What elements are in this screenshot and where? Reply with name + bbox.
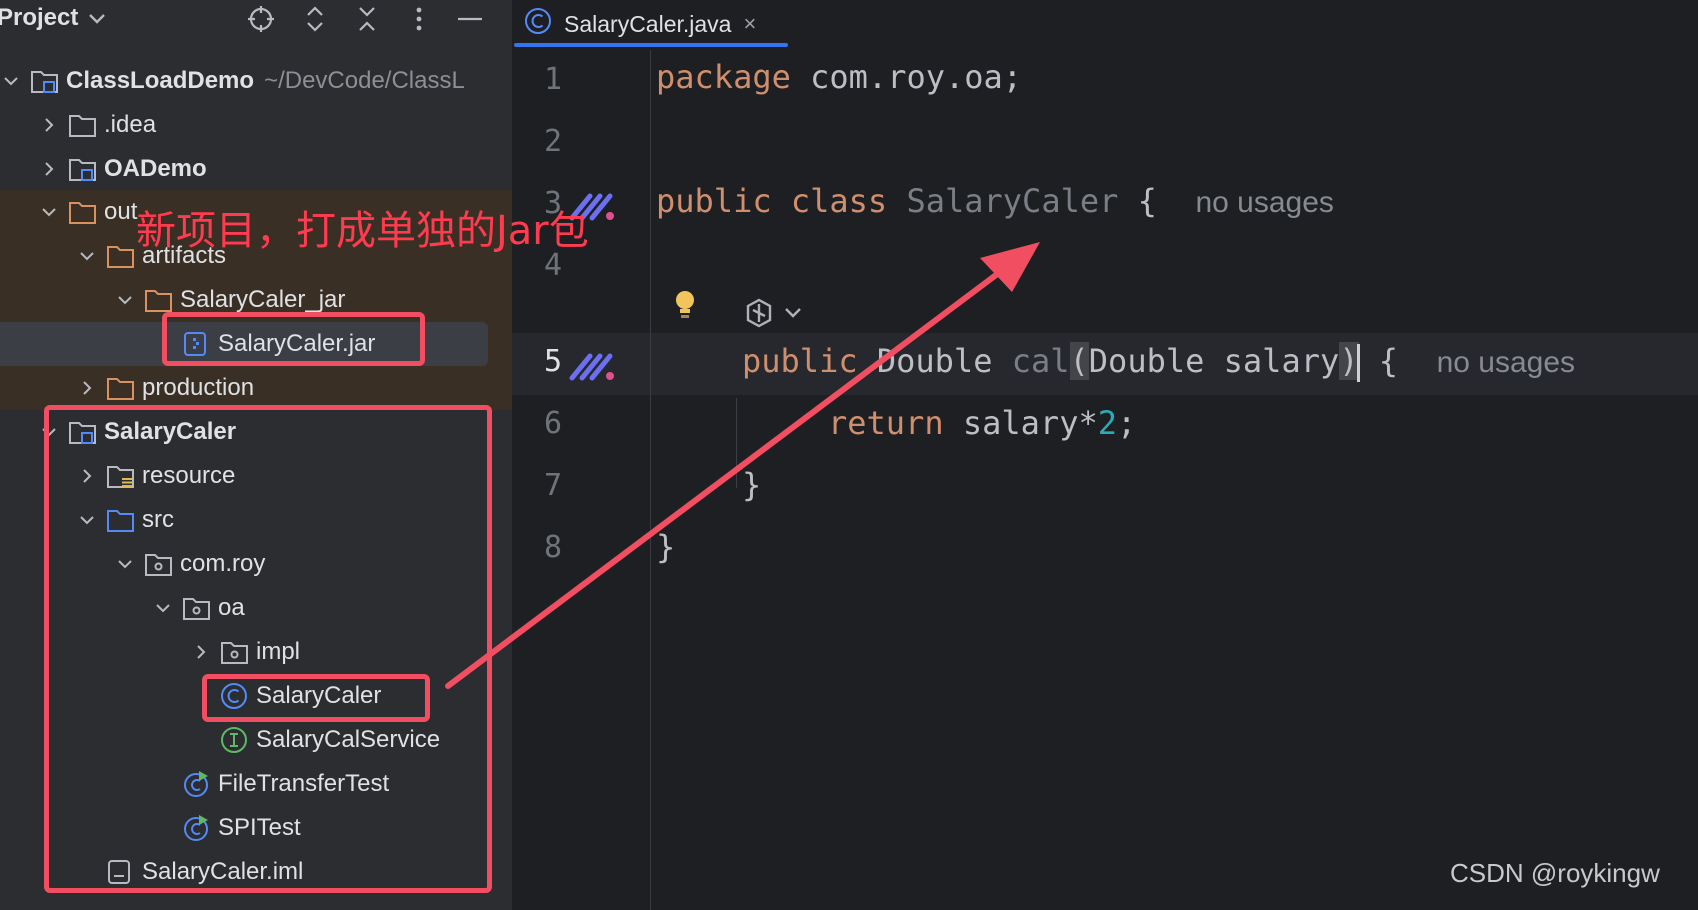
code-editor[interactable]: SalaryCaler.java × 1 2 3 4 5 6 7 8 packa… [512,0,1698,910]
paren: ( [1069,342,1089,380]
number-literal: 2 [1097,404,1117,442]
code-line-8[interactable]: } [656,528,675,566]
line-number: 2 [543,124,562,159]
brace: { [1359,342,1399,380]
tree-label: out [104,198,138,225]
usages-hint[interactable]: no usages [1195,186,1333,219]
chevron-down-icon[interactable] [86,8,108,35]
expand-icon[interactable] [300,4,330,34]
active-tab-indicator [514,43,788,47]
chevron-down-icon[interactable] [30,190,68,234]
tree-row-idea[interactable]: .idea [30,103,156,147]
lightbulb-icon[interactable] [672,288,698,327]
class-icon [524,7,552,41]
keyword: public [656,182,772,220]
expression: salary* [943,404,1098,442]
code-line-7[interactable]: } [742,466,761,504]
tree-row-classloaddemo[interactable]: ClassLoadDemo ~/DevCode/ClassL [0,59,465,103]
return-type: Double [876,342,993,380]
keyword: return [828,404,944,442]
chevron-down-icon[interactable] [106,278,144,322]
line-number: 6 [543,406,562,441]
chevron-down-icon[interactable] [0,59,30,103]
gutter-separator [650,50,651,910]
package-name: com.roy.oa; [790,58,1023,96]
usages-hint[interactable]: no usages [1437,346,1575,379]
annotation-box-jar [162,312,425,366]
tree-label: OADemo [104,155,207,182]
annotation-box-module [44,405,492,893]
editor-tabbar: SalaryCaler.java × [512,0,1698,48]
tree-label: .idea [104,111,157,138]
collapse-icon[interactable] [352,4,382,34]
tree-label: production [142,374,255,401]
annotation-box-class [202,674,430,722]
line-number: 7 [543,468,562,503]
locate-icon[interactable] [246,4,276,34]
chevron-down-icon[interactable] [782,302,804,329]
code-line-1[interactable]: package com.roy.oa; [656,58,1022,96]
watermark: CSDN @roykingw [1450,858,1660,888]
semicolon: ; [1116,404,1137,442]
excluded-folder-icon [68,197,102,227]
tab-label: SalaryCaler.java [564,10,732,37]
code-line-3[interactable]: public class SalaryCaler { no usages [656,182,1334,220]
sidebar-header: Project [0,0,512,40]
keyword: package [656,58,791,96]
keyword: class [790,182,888,220]
excluded-folder-icon [106,373,140,403]
tab-salarycaler-java[interactable]: SalaryCaler.java × [514,0,788,48]
excluded-folder-icon [144,285,178,315]
module-icon [68,154,102,184]
folder-icon [68,110,102,140]
ai-actions-icon[interactable] [742,296,776,335]
indent-guide [736,398,737,488]
excluded-folder-icon [106,241,140,271]
project-title[interactable]: Project [0,4,78,32]
module-icon [30,66,64,96]
parameters: Double salary [1088,342,1340,380]
method-name: cal [1011,342,1070,380]
tree-row-out[interactable]: out [30,190,137,234]
brace: { [1118,182,1157,220]
chevron-right-icon[interactable] [30,147,68,191]
chevron-right-icon[interactable] [30,103,68,147]
keyword: public [742,342,858,380]
chevron-down-icon[interactable] [68,234,106,278]
tree-label: SalaryCaler_jar [180,286,346,313]
code-line-5[interactable]: public Double cal(Double salary) { no us… [742,342,1575,382]
chevron-right-icon[interactable] [68,366,106,410]
ai-assistant-icon[interactable] [568,350,616,387]
class-name: SalaryCaler [906,182,1119,220]
tree-row-oademo[interactable]: OADemo [30,147,207,191]
more-icon[interactable] [404,4,434,34]
line-number: 1 [543,62,562,97]
code-line-6[interactable]: return salary*2; [828,404,1136,442]
tree-row-production[interactable]: production [68,366,254,410]
tree-label: ClassLoadDemo [66,67,255,94]
annotation-text: 新项目，打成单独的Jar包 [136,208,589,254]
line-number: 8 [543,530,562,565]
close-icon[interactable]: × [743,11,756,37]
line-number: 5 [543,344,562,379]
minimize-icon[interactable] [455,4,485,34]
project-path: ~/DevCode/ClassL [264,67,465,94]
